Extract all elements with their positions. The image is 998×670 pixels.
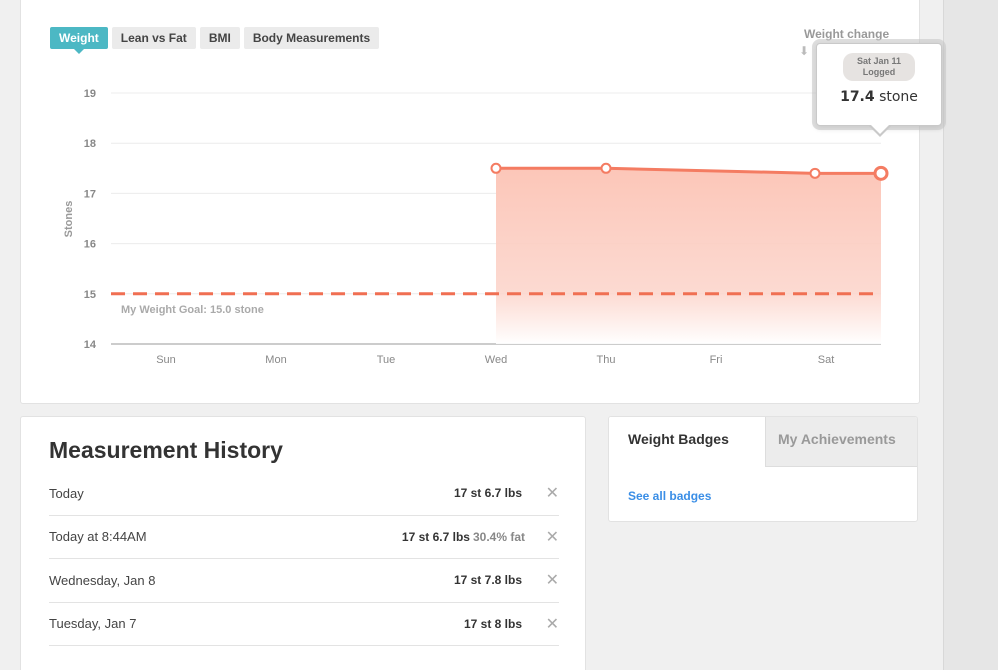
y-tick-label: 16 bbox=[84, 239, 96, 251]
weight-area bbox=[496, 168, 881, 344]
see-all-badges-link[interactable]: See all badges bbox=[628, 489, 711, 503]
x-tick-label: Thu bbox=[597, 354, 616, 366]
goal-label: My Weight Goal: 15.0 stone bbox=[121, 304, 264, 316]
history-value: 17 st 8 lbs bbox=[463, 616, 522, 631]
y-tick-label: 17 bbox=[84, 188, 96, 200]
y-tick-label: 19 bbox=[84, 88, 96, 100]
history-value: 17 st 7.8 lbs bbox=[453, 573, 522, 588]
history-row: Wednesday, Jan 8 17 st 7.8 lbs ✕ bbox=[49, 559, 559, 603]
history-list: Today 17 st 6.7 lbs ✕ Today at 8:44AM 17… bbox=[49, 472, 559, 646]
history-date: Today bbox=[49, 485, 84, 501]
history-row: Today 17 st 6.7 lbs ✕ bbox=[49, 472, 559, 516]
x-tick-label: Mon bbox=[265, 354, 286, 366]
history-title: Measurement History bbox=[49, 437, 283, 463]
tooltip-unit: stone bbox=[879, 89, 918, 105]
right-gutter bbox=[943, 0, 998, 670]
data-point bbox=[809, 167, 821, 179]
x-tick-label: Sat bbox=[818, 354, 835, 366]
badges-card: Weight Badges My Achievements See all ba… bbox=[608, 416, 918, 522]
weight-chart: 14 15 16 17 18 19 Sun Mon Tue Wed Thu Fri Sat Stone… bbox=[63, 88, 889, 366]
tooltip-status: Logged bbox=[862, 67, 896, 77]
y-tick-label: 15 bbox=[84, 289, 96, 301]
history-row: Tuesday, Jan 7 17 st 8 lbs ✕ bbox=[49, 603, 559, 646]
data-point bbox=[873, 165, 889, 181]
history-date: Today at 8:44AM bbox=[49, 529, 147, 545]
y-axis-label: Stones bbox=[63, 201, 75, 238]
x-tick-label: Fri bbox=[710, 354, 723, 366]
data-point-tooltip: Sat Jan 11 Logged 17.4 stone bbox=[816, 43, 942, 137]
history-date: Tuesday, Jan 7 bbox=[49, 616, 137, 632]
tab-my-achievements[interactable]: My Achievements bbox=[765, 417, 917, 467]
data-point bbox=[490, 162, 502, 174]
close-icon[interactable]: ✕ bbox=[525, 614, 559, 634]
data-point bbox=[600, 162, 612, 174]
close-icon[interactable]: ✕ bbox=[525, 527, 559, 547]
tooltip-value: 17.4 stone bbox=[817, 89, 941, 105]
history-fat: 30.4% fat bbox=[472, 529, 525, 544]
tab-weight-badges[interactable]: Weight Badges bbox=[609, 417, 765, 467]
measurement-history-card: Measurement History Today 17 st 6.7 lbs … bbox=[20, 416, 586, 670]
history-value: 17 st 6.7 lbs bbox=[453, 486, 522, 501]
x-tick-label: Sun bbox=[156, 354, 176, 366]
close-icon[interactable]: ✕ bbox=[525, 483, 559, 503]
close-icon[interactable]: ✕ bbox=[525, 570, 559, 590]
tooltip-date: Sat Jan 11 bbox=[856, 56, 902, 66]
y-tick-label: 18 bbox=[84, 138, 96, 150]
history-date: Wednesday, Jan 8 bbox=[49, 572, 156, 588]
tooltip-date-badge: Sat Jan 11 Logged bbox=[842, 53, 916, 81]
history-value: 17 st 6.7 lbs bbox=[401, 529, 470, 544]
x-tick-label: Tue bbox=[377, 354, 396, 366]
history-row: Today at 8:44AM 17 st 6.7 lbs 30.4% fat … bbox=[49, 516, 559, 559]
tooltip-number: 17.4 bbox=[840, 89, 875, 105]
y-tick-label: 14 bbox=[84, 339, 97, 351]
x-tick-label: Wed bbox=[485, 354, 507, 366]
weight-chart-card: Weight Lean vs Fat BMI Body Measurements… bbox=[20, 0, 942, 404]
